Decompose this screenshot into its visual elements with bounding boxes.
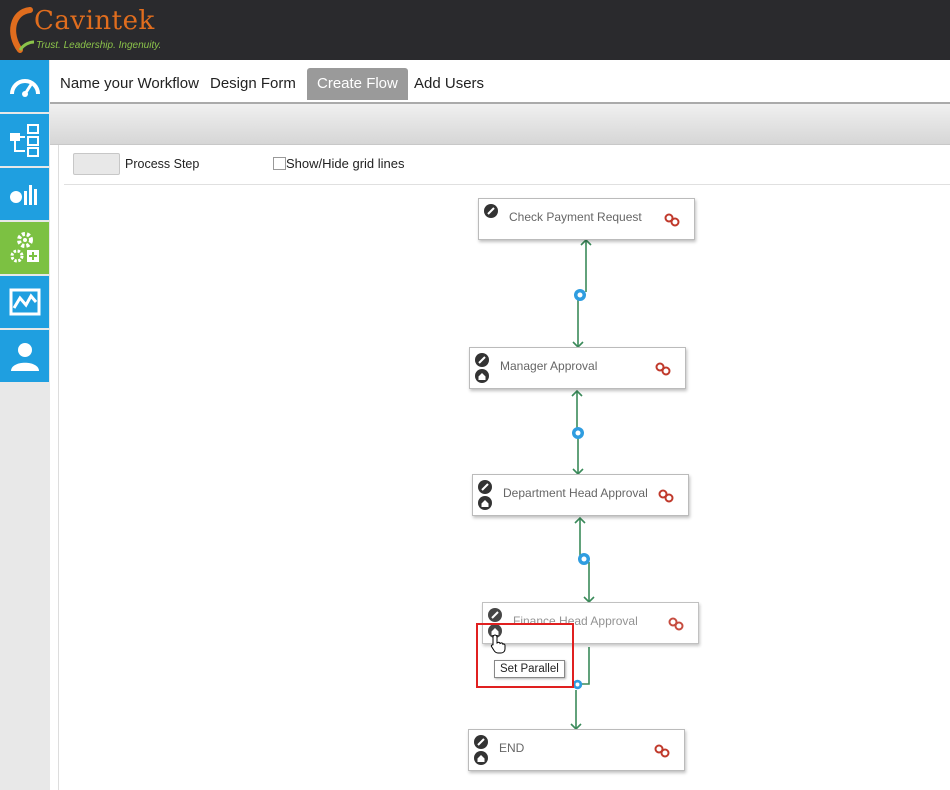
edit-icon[interactable] bbox=[474, 735, 488, 749]
canvas-toolbar: Process Step Show/Hide grid lines bbox=[64, 148, 950, 185]
top-header-bar: Cavintek Trust. Leadership. Ingenuity. bbox=[0, 0, 950, 60]
sidebar-item-settings[interactable] bbox=[0, 222, 49, 276]
tab-design-form[interactable]: Design Form bbox=[200, 68, 306, 100]
workflow-tabs: Name your Workflow Design Form Create Fl… bbox=[50, 60, 950, 105]
sidebar-item-users[interactable] bbox=[0, 330, 49, 384]
connector-settings-icon[interactable] bbox=[571, 426, 585, 440]
flow-node-label: END bbox=[499, 741, 525, 755]
logo-brand-text: Cavintek bbox=[34, 6, 155, 36]
home-icon[interactable] bbox=[478, 496, 492, 510]
workflow-icon bbox=[9, 124, 39, 157]
link-icon[interactable] bbox=[668, 616, 684, 632]
analytics-line-icon bbox=[9, 288, 40, 316]
left-sidebar bbox=[0, 60, 50, 790]
flow-node[interactable]: Manager Approval bbox=[469, 347, 686, 389]
edit-icon[interactable] bbox=[484, 204, 498, 218]
edit-icon[interactable] bbox=[478, 480, 492, 494]
link-icon[interactable] bbox=[654, 743, 670, 759]
connector-settings-icon[interactable] bbox=[577, 552, 591, 566]
edit-icon[interactable] bbox=[488, 608, 502, 622]
tool-band bbox=[50, 104, 950, 145]
connector-settings-icon[interactable] bbox=[573, 288, 587, 302]
logo-tagline: Trust. Leadership. Ingenuity. bbox=[36, 40, 162, 51]
tab-add-users[interactable]: Add Users bbox=[404, 68, 494, 100]
home-icon[interactable] bbox=[475, 369, 489, 383]
tab-create-flow[interactable]: Create Flow bbox=[307, 68, 408, 100]
flow-node-label: Check Payment Request bbox=[509, 210, 642, 224]
set-parallel-tooltip: Set Parallel bbox=[494, 660, 565, 678]
cavintek-logo[interactable]: Cavintek Trust. Leadership. Ingenuity. bbox=[6, 4, 161, 56]
reports-chart-icon bbox=[9, 185, 37, 205]
tab-name-your-workflow[interactable]: Name your Workflow bbox=[50, 68, 209, 100]
highlight-box bbox=[476, 623, 574, 688]
sidebar-item-analytics[interactable] bbox=[0, 276, 49, 330]
user-icon bbox=[10, 343, 39, 371]
link-icon[interactable] bbox=[658, 488, 674, 504]
flow-node[interactable]: Check Payment Request bbox=[478, 198, 695, 240]
settings-gears-icon bbox=[10, 232, 39, 263]
dashboard-gauge-icon bbox=[9, 79, 40, 97]
sidebar-item-workflow[interactable] bbox=[0, 114, 49, 168]
logo-swoosh-icon bbox=[10, 7, 35, 53]
flow-node[interactable]: Department Head Approval bbox=[472, 474, 689, 516]
sidebar-item-dashboard[interactable] bbox=[0, 60, 49, 114]
home-icon[interactable] bbox=[474, 751, 488, 765]
flow-canvas bbox=[58, 145, 950, 790]
flow-node-label: Department Head Approval bbox=[503, 486, 648, 500]
process-step-draggable[interactable] bbox=[73, 153, 120, 175]
process-step-label: Process Step bbox=[125, 157, 200, 171]
hand-cursor-icon bbox=[490, 634, 506, 654]
sidebar-item-reports[interactable] bbox=[0, 168, 49, 222]
link-icon[interactable] bbox=[655, 361, 671, 377]
link-icon[interactable] bbox=[664, 212, 680, 228]
grid-lines-label: Show/Hide grid lines bbox=[286, 156, 405, 171]
edit-icon[interactable] bbox=[475, 353, 489, 367]
grid-lines-checkbox[interactable] bbox=[273, 157, 286, 170]
flow-node[interactable]: END bbox=[468, 729, 685, 771]
flow-node-label: Manager Approval bbox=[500, 359, 598, 373]
